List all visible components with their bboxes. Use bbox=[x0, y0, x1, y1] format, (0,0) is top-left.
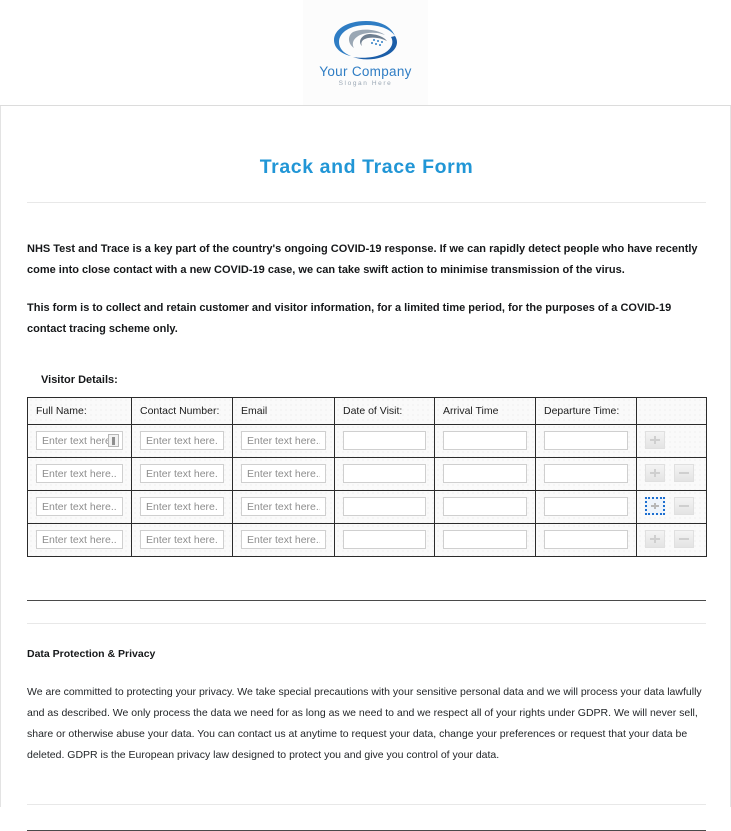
full-name-input-row-3[interactable] bbox=[36, 497, 123, 516]
table-row bbox=[27, 423, 707, 458]
company-logo: Your Company Slogan Here bbox=[303, 0, 428, 105]
visitor-table-body bbox=[27, 423, 707, 557]
column-header-actions bbox=[636, 396, 707, 425]
email-input-row-4[interactable] bbox=[241, 530, 326, 549]
column-header-full-name: Full Name: bbox=[27, 396, 132, 425]
departure-time-input-row-1[interactable] bbox=[544, 431, 628, 450]
date-of-visit-input-row-4[interactable] bbox=[343, 530, 426, 549]
contact-number-input-row-4[interactable] bbox=[140, 530, 224, 549]
table-row bbox=[27, 489, 707, 524]
privacy-heading: Data Protection & Privacy bbox=[27, 647, 156, 660]
column-header-date-of-visit: Date of Visit: bbox=[334, 396, 435, 425]
visitor-details-label: Visitor Details: bbox=[41, 373, 118, 386]
intro-paragraph-2: This form is to collect and retain custo… bbox=[27, 301, 672, 335]
table-row bbox=[27, 456, 707, 491]
page-title: Track and Trace Form bbox=[259, 156, 474, 178]
date-of-visit-input-row-3[interactable] bbox=[343, 497, 426, 516]
arrival-time-input-row-2[interactable] bbox=[443, 464, 527, 483]
full-name-input-row-4[interactable] bbox=[36, 530, 123, 549]
visitor-details-table: Full Name: Contact Number: Email Date of… bbox=[27, 396, 707, 557]
arrival-time-input-row-3[interactable] bbox=[443, 497, 527, 516]
column-header-contact-number: Contact Number: bbox=[131, 396, 233, 425]
divider-bottom-dark bbox=[27, 829, 706, 831]
date-of-visit-input-row-2[interactable] bbox=[343, 464, 426, 483]
departure-time-input-row-3[interactable] bbox=[544, 497, 628, 516]
contact-number-input-row-3[interactable] bbox=[140, 497, 224, 516]
departure-time-input-row-2[interactable] bbox=[544, 464, 628, 483]
logo-company-name: Your Company bbox=[319, 63, 412, 79]
add-row-button-row-1[interactable] bbox=[645, 431, 665, 450]
arrival-time-input-row-1[interactable] bbox=[443, 431, 527, 450]
arrival-time-input-row-4[interactable] bbox=[443, 530, 527, 549]
full-name-input-row-2[interactable] bbox=[36, 464, 123, 483]
table-row bbox=[27, 522, 707, 557]
add-row-button-row-4[interactable] bbox=[645, 530, 665, 549]
email-input-row-2[interactable] bbox=[241, 464, 326, 483]
intro-paragraph-1: NHS Test and Trace is a key part of the … bbox=[27, 242, 698, 276]
document-page: Track and Trace Form NHS Test and Trace … bbox=[0, 106, 731, 831]
privacy-body: We are committed to protecting your priv… bbox=[27, 685, 702, 761]
table-header-row: Full Name: Contact Number: Email Date of… bbox=[27, 396, 707, 425]
document-header-band: Your Company Slogan Here bbox=[0, 0, 731, 106]
remove-row-button-row-3[interactable] bbox=[674, 497, 695, 516]
email-input-row-3[interactable] bbox=[241, 497, 326, 516]
add-row-button-row-3[interactable] bbox=[645, 497, 665, 516]
column-header-departure-time: Departure Time: bbox=[535, 396, 637, 425]
column-header-email: Email bbox=[232, 396, 335, 425]
contact-number-input-row-2[interactable] bbox=[140, 464, 224, 483]
column-header-arrival-time: Arrival Time bbox=[434, 396, 536, 425]
resize-grip-icon[interactable] bbox=[108, 434, 119, 447]
contact-number-input-row-1[interactable] bbox=[140, 431, 224, 450]
date-of-visit-input-row-1[interactable] bbox=[343, 431, 426, 450]
add-row-button-row-2[interactable] bbox=[645, 464, 665, 483]
logo-slogan: Slogan Here bbox=[338, 80, 393, 87]
email-input-row-1[interactable] bbox=[241, 431, 326, 450]
remove-row-button-row-4[interactable] bbox=[674, 530, 695, 549]
swoosh-logo-icon bbox=[329, 18, 403, 62]
remove-row-button-row-2[interactable] bbox=[674, 464, 695, 483]
departure-time-input-row-4[interactable] bbox=[544, 530, 628, 549]
